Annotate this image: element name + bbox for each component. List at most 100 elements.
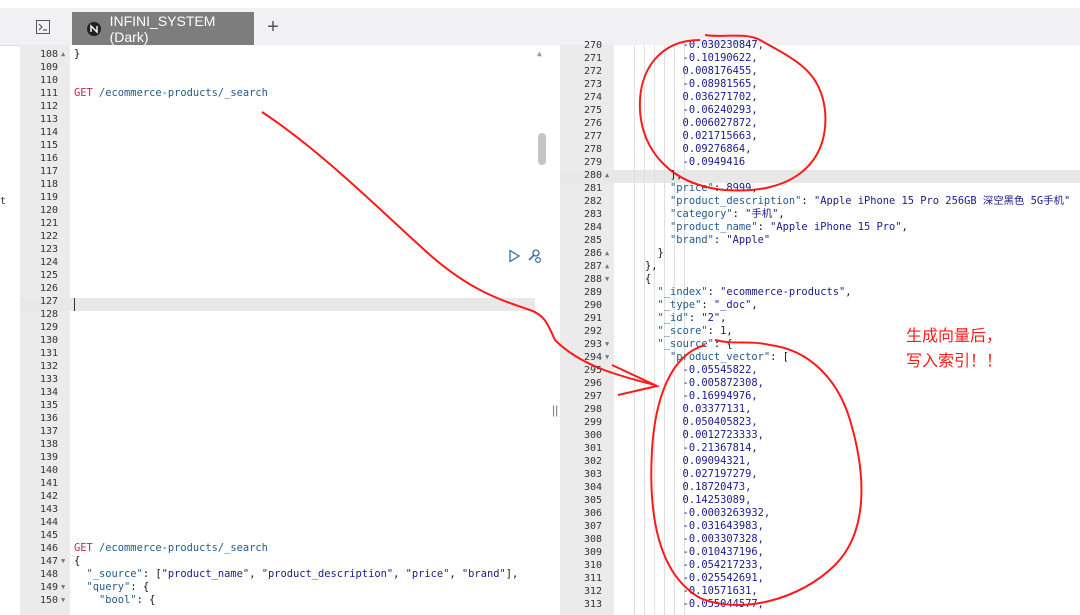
code-line: -0.055044577, xyxy=(620,598,764,611)
line-number: 140 xyxy=(39,465,58,476)
line-number: 283 xyxy=(583,209,602,220)
code-line: -0.010437196, xyxy=(620,546,764,559)
code-token: "product_name" xyxy=(670,221,758,233)
code-token: "_source" xyxy=(86,568,143,580)
line-number: 150 xyxy=(39,595,58,606)
line-number: 290 xyxy=(583,300,602,311)
console-button[interactable] xyxy=(29,14,57,40)
code-line: "_source": ["product_name", "product_des… xyxy=(74,568,519,581)
code-line: -0.21367814, xyxy=(620,442,758,455)
code-line: 0.021715663, xyxy=(620,130,758,143)
line-number: 137 xyxy=(39,426,58,437)
code-token: -0.005872308, xyxy=(620,377,764,389)
line-number: 126 xyxy=(39,283,58,294)
code-line: } xyxy=(620,247,664,260)
line-number: 277 xyxy=(583,131,602,142)
code-token: "brand" xyxy=(461,568,506,580)
code-token: -0.030230847, xyxy=(620,39,764,51)
line-number: 291 xyxy=(583,313,602,324)
fold-expand-icon[interactable]: ▼ xyxy=(61,555,65,568)
code-line: ], xyxy=(620,169,683,182)
add-tab-button[interactable]: + xyxy=(262,14,284,40)
line-number: 294 xyxy=(583,352,602,363)
code-line: 0.18720473, xyxy=(620,481,752,494)
fold-collapse-icon[interactable]: ▲ xyxy=(605,260,609,273)
line-number: 310 xyxy=(583,560,602,571)
fold-collapse-icon[interactable]: ▲ xyxy=(605,169,609,182)
code-token: , xyxy=(751,182,758,194)
code-token: { xyxy=(620,273,652,285)
line-number: 131 xyxy=(39,348,58,359)
fold-collapse-icon[interactable]: ▲ xyxy=(61,48,65,61)
code-token: -0.0003263932, xyxy=(620,507,771,519)
fold-expand-icon[interactable]: ▼ xyxy=(605,351,609,364)
editor-scrollbar-thumb[interactable] xyxy=(538,133,546,165)
fold-expand-icon[interactable]: ▼ xyxy=(605,273,609,286)
line-number: 273 xyxy=(583,79,602,90)
code-token: : [ xyxy=(142,568,162,580)
code-token: -0.10571631, xyxy=(620,585,758,597)
code-line: 0.050405823, xyxy=(620,416,758,429)
line-number: 127 xyxy=(39,296,58,307)
line-number: 114 xyxy=(39,127,58,138)
request-editor[interactable] xyxy=(70,45,550,615)
line-number: 112 xyxy=(39,101,58,112)
code-token: -0.055044577, xyxy=(620,598,764,610)
code-line: -0.10190622, xyxy=(620,52,758,65)
scroll-up-icon[interactable]: ▲ xyxy=(537,49,542,58)
line-number: 119 xyxy=(39,192,58,203)
code-line: "category": "手机", xyxy=(620,208,785,221)
code-token: , xyxy=(249,568,262,580)
infini-logo-icon xyxy=(87,21,101,36)
code-token: -0.08981565, xyxy=(620,78,758,90)
code-line: -0.05545822, xyxy=(620,364,758,377)
line-number: 132 xyxy=(39,361,58,372)
code-line: -0.003307328, xyxy=(620,533,764,546)
code-token: "_score" xyxy=(657,325,708,337)
code-line: -0.08981565, xyxy=(620,78,758,91)
resize-handle-icon[interactable]: || xyxy=(552,403,558,417)
code-token: "手机" xyxy=(745,208,779,220)
code-line: -0.025542691, xyxy=(620,572,764,585)
code-line: "_score": 1, xyxy=(620,325,733,338)
code-line: } xyxy=(74,48,80,61)
code-token: -0.05545822, xyxy=(620,364,758,376)
code-token: "_id" xyxy=(657,312,689,324)
fold-collapse-icon[interactable]: ▲ xyxy=(605,247,609,260)
line-number: 306 xyxy=(583,508,602,519)
code-token: -0.10190622, xyxy=(620,52,758,64)
code-line: }, xyxy=(620,260,658,273)
line-number: 144 xyxy=(39,517,58,528)
code-token: : { xyxy=(713,338,733,350)
code-line: -0.031643983, xyxy=(620,520,764,533)
line-number: 302 xyxy=(583,456,602,467)
line-number: 311 xyxy=(583,573,602,584)
code-token: : xyxy=(713,234,727,246)
line-number: 295 xyxy=(583,365,602,376)
fold-expand-icon[interactable]: ▼ xyxy=(61,581,65,594)
code-token: 0.008176455, xyxy=(620,65,758,77)
play-icon[interactable] xyxy=(508,248,521,267)
line-number: 270 xyxy=(583,40,602,51)
code-line: { xyxy=(74,555,80,568)
wrench-icon[interactable] xyxy=(525,247,542,268)
fold-expand-icon[interactable]: ▼ xyxy=(61,594,65,607)
pane-divider[interactable] xyxy=(550,45,560,615)
tab-infini-system[interactable]: INFINI_SYSTEM (Dark) xyxy=(72,12,254,45)
line-number: 276 xyxy=(583,118,602,129)
line-number: 130 xyxy=(39,335,58,346)
line-number: 307 xyxy=(583,521,602,532)
code-token: : xyxy=(757,221,771,233)
code-token: "_doc" xyxy=(713,299,752,311)
code-token: : [ xyxy=(770,351,789,363)
line-number: 275 xyxy=(583,105,602,116)
text-cursor xyxy=(74,298,75,311)
code-token: "Apple" xyxy=(726,234,771,246)
fold-expand-icon[interactable]: ▼ xyxy=(605,338,609,351)
code-token: : { xyxy=(136,594,156,606)
